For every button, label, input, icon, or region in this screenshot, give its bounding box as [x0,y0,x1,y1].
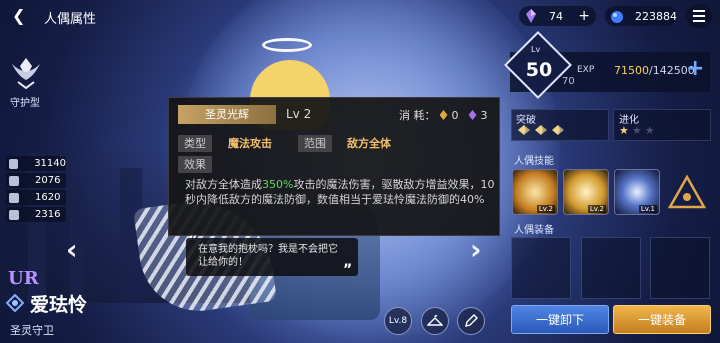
stat-attack-value: 2076 [35,175,61,186]
skill-name: 圣灵光辉 [178,105,276,124]
menu-button[interactable] [686,4,712,28]
evolution-stars: ★ ★ ★ [619,124,655,137]
gold-gem-icon [439,110,448,120]
skills-label: 人偶技能 [514,156,554,167]
stat-defense: 1620 [6,190,66,205]
skill-level: Lv 2 [286,107,312,121]
star-filled-icon: ★ [619,124,629,137]
blue-orb-counter: 223884 [605,6,677,26]
character-title: 圣灵守卫 [10,324,54,337]
skill-cost: 消 耗： 0 3 [399,107,488,123]
stat-magic-defense: 2316 [6,207,66,222]
star-empty-icon: ★ [631,124,642,137]
level-small-label: Lv [531,45,541,54]
add-crystal-button[interactable]: + [578,9,590,23]
purple-gem-icon [468,110,477,120]
locked-skill-triangle-icon [667,174,707,209]
dialogue-text: 在意我的抱枕吗？我是不会把它让给你的！ [198,244,338,268]
class-label: 守护型 [10,98,40,109]
exp-current: 71500 [614,64,649,77]
magic-shield-icon [9,209,19,220]
purple-crystal-value: 74 [549,9,563,23]
purple-crystal-counter: 74 + [519,6,596,26]
skill-2-slot[interactable]: Lv.2 [563,169,609,215]
back-arrow-icon[interactable]: ❮ [12,8,30,24]
range-value: 敌方全体 [347,137,391,150]
desc-highlight: 350% [262,178,294,191]
equipment-label: 人偶装备 [514,225,554,236]
purple-crystal-icon [526,9,536,23]
sword-icon [9,175,19,186]
equipment-slot-2[interactable] [581,237,641,299]
range-key: 范围 [298,135,332,152]
equipment-slot-1[interactable] [511,237,571,299]
effect-key: 效果 [178,156,212,173]
affection-button[interactable]: Lv.8 [384,307,412,335]
desc-text-pre: 对敌方全体造成 [185,178,262,191]
level-max: 70 [562,76,575,87]
stat-hp-value: 31140 [34,158,66,169]
close-quote-icon: ” [343,262,353,278]
blue-orb-icon [611,11,623,23]
rarity-badge: UR [8,268,39,289]
affection-level: Lv.8 [388,316,408,326]
blue-orb-value: 223884 [635,9,677,23]
pen-icon [465,314,478,327]
cost-label: 消 耗： [399,109,436,122]
stat-hp: 31140 [6,156,66,171]
stat-attack: 2076 [6,173,66,188]
skill-1-slot[interactable]: Lv.2 [512,169,558,215]
outfit-button[interactable] [421,307,449,335]
breakthrough-wings-icon [518,125,564,135]
shield-icon [9,192,19,203]
star-empty-icon: ★ [644,124,655,137]
top-bar: ❮ 人偶属性 74 + 223884 [0,0,720,32]
skill-3-slot[interactable]: Lv.1 [614,169,660,215]
type-key: 类型 [178,135,212,152]
heart-icon [9,158,19,169]
next-character-arrow-icon[interactable]: › [470,236,482,264]
skill-4-locked-slot[interactable] [664,169,710,215]
stat-defense-value: 1620 [35,192,61,203]
edit-button[interactable] [457,307,485,335]
cost-purple-value: 3 [480,108,488,122]
add-exp-button[interactable]: + [686,56,704,81]
unequip-all-button[interactable]: 一键卸下 [511,305,609,334]
type-value: 魔法攻击 [228,137,272,150]
cost-gold-value: 0 [451,108,459,122]
halo-decoration [262,38,312,52]
exp-label: EXP [577,65,595,75]
level-value: 50 [525,59,553,81]
skill-description: 对敌方全体造成350%攻击的魔法伤害，驱散敌方增益效果，10秒内降低敌方的魔法防… [185,177,495,207]
skill-1-level: Lv.2 [536,205,555,213]
dialogue-bubble: 在意我的抱枕吗？我是不会把它让给你的！ [186,238,358,276]
element-icon [6,294,24,312]
character-name: 爱珐怜 [30,294,88,316]
exp-value: 71500/142500 [614,64,695,77]
hanger-icon [427,315,443,326]
previous-character-arrow-icon[interactable]: ‹ [66,236,78,264]
equip-all-button[interactable]: 一键装备 [613,305,711,334]
skill-tooltip: 圣灵光辉 Lv 2 消 耗： 0 3 类型 魔法攻击 范围 敌方全体 效果 对敌… [168,97,500,236]
equipment-slot-3[interactable] [650,237,710,299]
skill-2-level: Lv.2 [587,205,606,213]
menu-icon [693,10,705,12]
stat-magic-defense-value: 2316 [35,209,61,220]
skill-3-level: Lv.1 [638,205,657,213]
page-title: 人偶属性 [44,12,97,27]
guardian-class-icon [12,58,40,90]
